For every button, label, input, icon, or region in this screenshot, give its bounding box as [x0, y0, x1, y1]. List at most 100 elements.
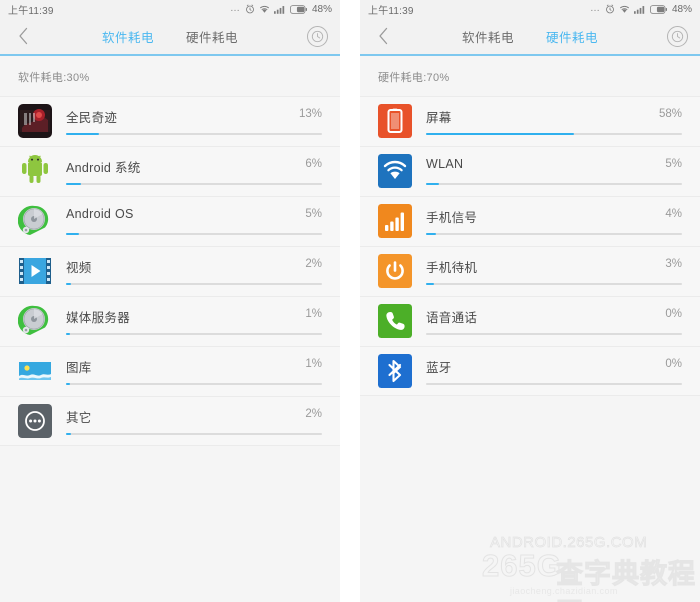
list-item[interactable]: 全民奇迹 13%	[0, 95, 340, 146]
game-app-icon	[18, 104, 52, 138]
app-percent: 1%	[305, 358, 322, 370]
status-time: 上午11:39	[8, 5, 54, 17]
app-percent: 5%	[305, 208, 322, 220]
history-button[interactable]	[654, 18, 700, 54]
app-name: 其它	[66, 410, 92, 425]
list-item[interactable]: 语音通话 0%	[360, 295, 700, 346]
app-name: 图库	[66, 361, 92, 375]
status-icons: … 48%	[230, 4, 332, 15]
list-item[interactable]: Android OS 5%	[0, 195, 340, 246]
progress-track	[66, 133, 322, 135]
phone-call-icon	[378, 304, 412, 338]
progress-track	[426, 233, 682, 235]
list-item-body: 手机信号 4%	[426, 204, 682, 238]
progress-fill	[426, 283, 434, 285]
history-button[interactable]	[294, 18, 340, 54]
app-name: 全民奇迹	[66, 111, 118, 125]
back-button[interactable]	[360, 18, 406, 54]
watermark-brand-cn: 查字典教程网	[556, 559, 696, 602]
hardware-name: 语音通话	[426, 311, 478, 325]
progress-fill	[426, 233, 437, 235]
list-item[interactable]: 视频 2%	[0, 245, 340, 296]
more-dots-icon: …	[229, 3, 241, 14]
hardware-percent: 4%	[665, 208, 682, 220]
status-time: 上午11:39	[368, 5, 414, 17]
list-item[interactable]: 蓝牙 0%	[360, 345, 700, 396]
cell-signal-icon	[378, 204, 412, 238]
progress-fill	[66, 233, 79, 235]
list-item[interactable]: 其它 2%	[0, 395, 340, 446]
screen-icon	[378, 104, 412, 138]
progress-track	[66, 432, 322, 435]
progress-fill	[426, 183, 439, 185]
progress-track	[66, 233, 322, 235]
wifi-icon	[378, 154, 412, 188]
progress-track	[66, 283, 322, 285]
list-item[interactable]: 手机待机 3%	[360, 245, 700, 296]
tab-hardware-power[interactable]: 硬件耗电	[546, 27, 598, 46]
hardware-percent: 5%	[665, 158, 682, 170]
gallery-icon	[18, 354, 52, 388]
more-dots-icon: …	[589, 3, 601, 14]
list-item-body: 视频 2%	[66, 254, 322, 288]
tab-software-power[interactable]: 软件耗电	[462, 27, 514, 46]
chevron-left-icon	[18, 27, 27, 45]
list-item-body: 全民奇迹 13%	[66, 104, 322, 138]
progress-track	[426, 382, 682, 385]
list-item[interactable]: 媒体服务器 1%	[0, 295, 340, 346]
standby-power-icon	[378, 254, 412, 288]
hardware-percent: 58%	[658, 108, 682, 120]
app-name: Android 系统	[66, 161, 141, 175]
list-item[interactable]: 图库 1%	[0, 345, 340, 396]
android-robot-icon	[18, 154, 52, 188]
list-item[interactable]: 手机信号 4%	[360, 195, 700, 246]
wifi-icon	[619, 5, 630, 13]
status-icons: … 48%	[590, 4, 692, 15]
app-percent: 13%	[298, 108, 322, 120]
progress-track	[66, 183, 322, 185]
list-item-body: WLAN 5%	[426, 154, 682, 188]
watermark-top: ANDROID.265G.COM	[490, 534, 648, 552]
title-bar: 软件耗电 硬件耗电	[0, 18, 340, 54]
battery-icon	[649, 4, 667, 14]
progress-track	[426, 333, 682, 335]
hardware-power-list: 屏幕 58% WLAN 5% 手机信号 4% 手机待机 3% 语音通话 0% 蓝…	[360, 95, 700, 396]
alarm-icon	[606, 4, 614, 14]
signal-icon	[633, 5, 645, 14]
progress-track	[66, 383, 322, 385]
tab-hardware-power[interactable]: 硬件耗电	[186, 27, 238, 46]
list-item-body: Android 系统 6%	[66, 154, 322, 188]
other-icon	[18, 403, 52, 438]
hardware-name: WLAN	[426, 157, 464, 171]
hardware-name: 蓝牙	[426, 360, 452, 375]
watermark: ANDROID.265G.COM 265G 查字典教程网 jiaocheng.c…	[482, 530, 696, 602]
list-item[interactable]: 屏幕 58%	[360, 95, 700, 146]
wifi-icon	[259, 5, 270, 13]
progress-track	[426, 283, 682, 285]
list-item[interactable]: WLAN 5%	[360, 145, 700, 196]
app-percent: 6%	[305, 158, 322, 170]
tab-software-power[interactable]: 软件耗电	[102, 27, 154, 46]
right-phone-screen: 上午11:39 … 48% 软件耗电 硬件耗电 硬件耗电:70% 屏幕 58% …	[360, 0, 700, 602]
list-item-body: 媒体服务器 1%	[66, 304, 322, 338]
list-item[interactable]: Android 系统 6%	[0, 145, 340, 196]
clock-icon	[306, 25, 328, 47]
list-item-body: 图库 1%	[66, 354, 322, 388]
back-button[interactable]	[0, 18, 46, 54]
battery-icon	[289, 4, 307, 14]
tab-bar: 软件耗电 硬件耗电	[46, 27, 294, 46]
android-os-icon	[18, 204, 52, 238]
left-phone-screen: 上午11:39 … 48% 软件耗电 硬件耗电 软件耗电:30% 全民奇迹 13…	[0, 0, 340, 602]
list-item-body: 手机待机 3%	[426, 254, 682, 288]
video-icon	[18, 254, 52, 288]
app-percent: 2%	[305, 258, 322, 270]
progress-fill	[66, 383, 70, 385]
title-bar: 软件耗电 硬件耗电	[360, 18, 700, 54]
hardware-percent: 0%	[665, 308, 682, 320]
summary-label-hardware: 硬件耗电:70%	[378, 71, 450, 84]
dual-screenshot-container: 上午11:39 … 48% 软件耗电 硬件耗电 软件耗电:30% 全民奇迹 13…	[0, 0, 700, 602]
hardware-percent: 0%	[665, 357, 682, 370]
status-bar: 上午11:39 … 48%	[360, 0, 700, 18]
hardware-name: 手机待机	[426, 261, 478, 275]
progress-fill	[66, 333, 70, 335]
